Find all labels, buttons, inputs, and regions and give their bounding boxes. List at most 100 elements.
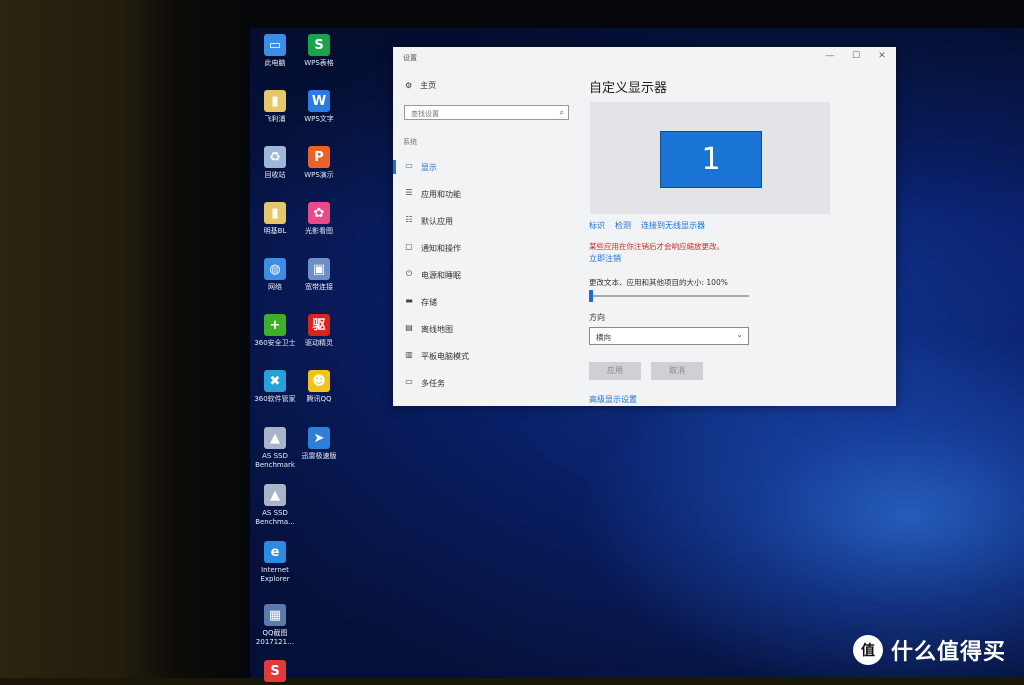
desktop-icon[interactable]: S [252,660,298,685]
sidebar-item[interactable]: ☰ 应用和功能 [393,184,578,204]
desktop-icon-label: 360软件管家 [254,395,296,403]
desktop-icon[interactable]: e Internet Explorer [252,541,298,584]
desktop-icon[interactable]: ▮ 明基BL [252,202,298,236]
desktop-icon[interactable]: S WPS表格 [296,34,342,68]
desktop-icon-label: 驱动精灵 [305,339,333,347]
sidebar-item-label: 多任务 [421,379,445,388]
desktop-icon[interactable]: ▲ AS SSD Benchma... [252,484,298,527]
display-preview: 1 [590,102,830,214]
desktop-icon-label: 明基BL [263,227,287,235]
orientation-value: 横向 [596,333,611,342]
sidebar-item[interactable]: ▥ 平板电脑模式 [393,346,578,366]
desktop-icon[interactable]: 驱驱动精灵 [296,314,342,348]
scaling-warning: 某些应用在你注销后才会响应缩放更改。 [589,242,724,251]
gear-icon: ⚙ [405,81,413,90]
apply-button[interactable]: 应用 [589,362,641,380]
map-icon: ▤ [405,323,413,332]
sidebar-item[interactable]: ▤ 离线地图 [393,319,578,339]
desktop-icon-label: Internet Explorer [260,566,290,583]
display-settings: 自定义显示器 1 标识 检测 连接到无线显示器 某些应用在你注销后才会响应缩放更改。… [589,67,889,406]
desktop-icon[interactable]: +360安全卫士 [252,314,298,348]
desktop-icon[interactable]: ✿ 光影看图 [296,202,342,236]
storage-icon: ▬ [405,296,413,305]
desktop-icon-label: AS SSD Benchmark [255,452,295,469]
title-bar[interactable]: 设置 — ☐ ✕ [393,47,896,67]
nav-category: 系统 [403,138,417,146]
cancel-button[interactable]: 取消 [651,362,703,380]
desktop-icon-label: QQ截图 2017121… [255,629,295,646]
desktop-icon[interactable]: ▮ 飞利浦 [252,90,298,124]
sidebar-item[interactable]: ▢ 通知和操作 [393,238,578,258]
desktop-icon-label: 此电脑 [264,59,286,67]
orientation-label: 方向 [589,313,605,322]
desktop-icon[interactable]: ▣ 宽带连接 [296,258,342,292]
sidebar-item[interactable]: ▭ 显示 [393,157,578,177]
sidebar-item-label: 平板电脑模式 [421,352,469,361]
desktop-icon[interactable]: ▲ AS SSD Benchmark [252,427,298,470]
wps-writer-icon: W [308,90,330,112]
home-label: 主页 [420,81,437,90]
home-link[interactable]: ⚙ 主页 [405,80,436,91]
scale-label: 更改文本、应用和其他项目的大小: 100% [589,278,728,287]
power-icon: ⏻ [405,269,413,278]
identify-link[interactable]: 标识 [589,221,605,230]
desktop-icon[interactable]: P WPS演示 [296,146,342,180]
display-icon: ▭ [405,161,413,170]
monitor-tile[interactable]: 1 [660,131,762,188]
orientation-select[interactable]: 横向 ⌄ [589,327,749,345]
desktop-icon-label: WPS文字 [304,115,334,123]
settings-nav: ⚙ 主页 查找设置 ⌕ 系统 ▭ 显示 ☰ 应用和功能 ☷ 默认应用 ▢ 通知和操作 ⏻ 电源和睡眠… [393,67,578,406]
sidebar-item[interactable]: ▭ 多任务 [393,373,578,393]
app-icon: S [264,660,286,682]
security-360-icon: + [264,314,286,336]
sign-out-link[interactable]: 立即注销 [589,253,621,264]
desktop-icon-label: 飞利浦 [264,115,286,123]
screenshot-icon: ▦ [264,604,286,626]
sidebar-item-label: 通知和操作 [421,244,461,253]
search-input[interactable]: 查找设置 ⌕ [404,105,569,120]
watermark-text: 什么值得买 [891,640,1007,665]
desktop-icon-label: 360安全卫士 [254,339,296,347]
photo-viewer-icon: ✿ [308,202,330,224]
advanced-display-settings-link[interactable]: 高级显示设置 [589,394,637,405]
chevron-down-icon: ⌄ [736,330,743,339]
watermark-logo: 值 [853,635,883,665]
wps-spreadsheet-icon: S [308,34,330,56]
desktop-icon-label: 腾讯QQ [306,395,332,403]
close-button[interactable]: ✕ [875,51,889,61]
desktop-icon[interactable]: ◍ 网络 [252,258,298,292]
desktop-icon[interactable]: ▭ 此电脑 [252,34,298,68]
desktop-icon[interactable]: ▦ QQ截图 2017121… [252,604,298,647]
ie-icon: e [264,541,286,563]
desktop-icon[interactable]: ✖ 360软件管家 [252,370,298,404]
desktop-icon[interactable]: ♻ 回收站 [252,146,298,180]
apps-icon: ☰ [405,188,413,197]
search-placeholder: 查找设置 [411,110,439,118]
desktop-icon[interactable]: W WPS文字 [296,90,342,124]
desktop-icon[interactable]: ➤ 迅雷极速版 [296,427,342,461]
maximize-button[interactable]: ☐ [849,51,863,61]
desktop-icon[interactable]: ☻ 腾讯QQ [296,370,342,404]
qq-icon: ☻ [308,370,330,392]
default-apps-icon: ☷ [405,215,413,224]
computer-icon: ▭ [264,34,286,56]
desktop-icon-label: AS SSD Benchma... [255,509,295,526]
detect-link[interactable]: 检测 [615,221,631,230]
thunder-icon: ➤ [308,427,330,449]
sidebar-item-label: 显示 [421,163,437,172]
sidebar-item[interactable]: ⏻ 电源和睡眠 [393,265,578,285]
sidebar-item[interactable]: ▬ 存储 [393,292,578,312]
sidebar-item-label: 默认应用 [421,217,453,226]
scale-slider[interactable] [589,290,749,302]
folder-icon: ▮ [264,90,286,112]
desktop-icon-label: 回收站 [264,171,286,179]
driver-genius-icon: 驱 [308,314,330,336]
minimize-button[interactable]: — [823,51,837,61]
slider-thumb[interactable] [589,290,593,302]
sidebar-item[interactable]: ☷ 默认应用 [393,211,578,231]
network-icon: ◍ [264,258,286,280]
wireless-display-link[interactable]: 连接到无线显示器 [641,221,705,230]
desktop-icon-label: 光影看图 [305,227,333,235]
page-title: 自定义显示器 [589,81,668,96]
folder-icon: ▮ [264,202,286,224]
